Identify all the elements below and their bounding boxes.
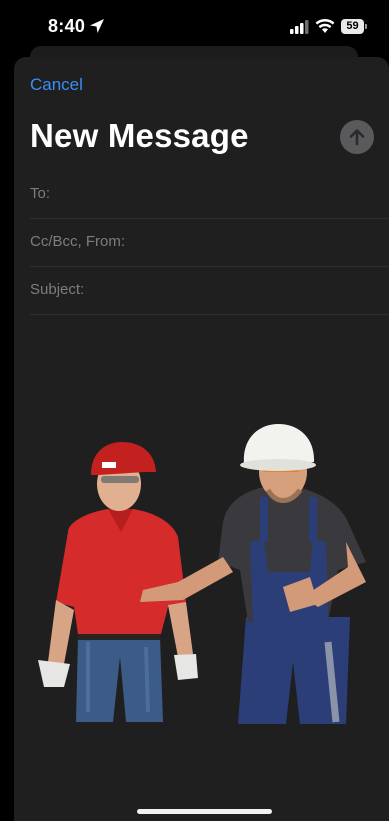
battery-nub — [365, 24, 367, 29]
battery-level: 59 — [341, 19, 364, 34]
status-bar: 8:40 59 — [0, 0, 389, 48]
cancel-button[interactable]: Cancel — [30, 75, 83, 95]
send-button[interactable] — [340, 120, 374, 154]
status-time: 8:40 — [48, 16, 86, 36]
subject-label: Subject: — [30, 281, 85, 298]
compose-sheet: Cancel New Message To: Cc/Bcc, From: Sub… — [14, 57, 389, 821]
home-indicator[interactable] — [137, 809, 272, 814]
cc-bcc-from-field[interactable]: Cc/Bcc, From: — [30, 219, 389, 267]
worker-left-figure — [38, 442, 198, 722]
attached-photo[interactable] — [28, 372, 378, 727]
cc-bcc-from-label: Cc/Bcc, From: — [30, 233, 126, 250]
cellular-signal-icon — [290, 20, 309, 34]
to-field[interactable]: To: — [30, 171, 389, 219]
subject-field[interactable]: Subject: — [30, 267, 389, 315]
page-title: New Message — [30, 117, 249, 154]
to-label: To: — [30, 185, 51, 202]
location-arrow-icon — [90, 19, 104, 33]
battery-icon: 59 — [341, 19, 368, 35]
wifi-icon — [315, 18, 335, 33]
arrow-up-icon — [349, 129, 365, 146]
